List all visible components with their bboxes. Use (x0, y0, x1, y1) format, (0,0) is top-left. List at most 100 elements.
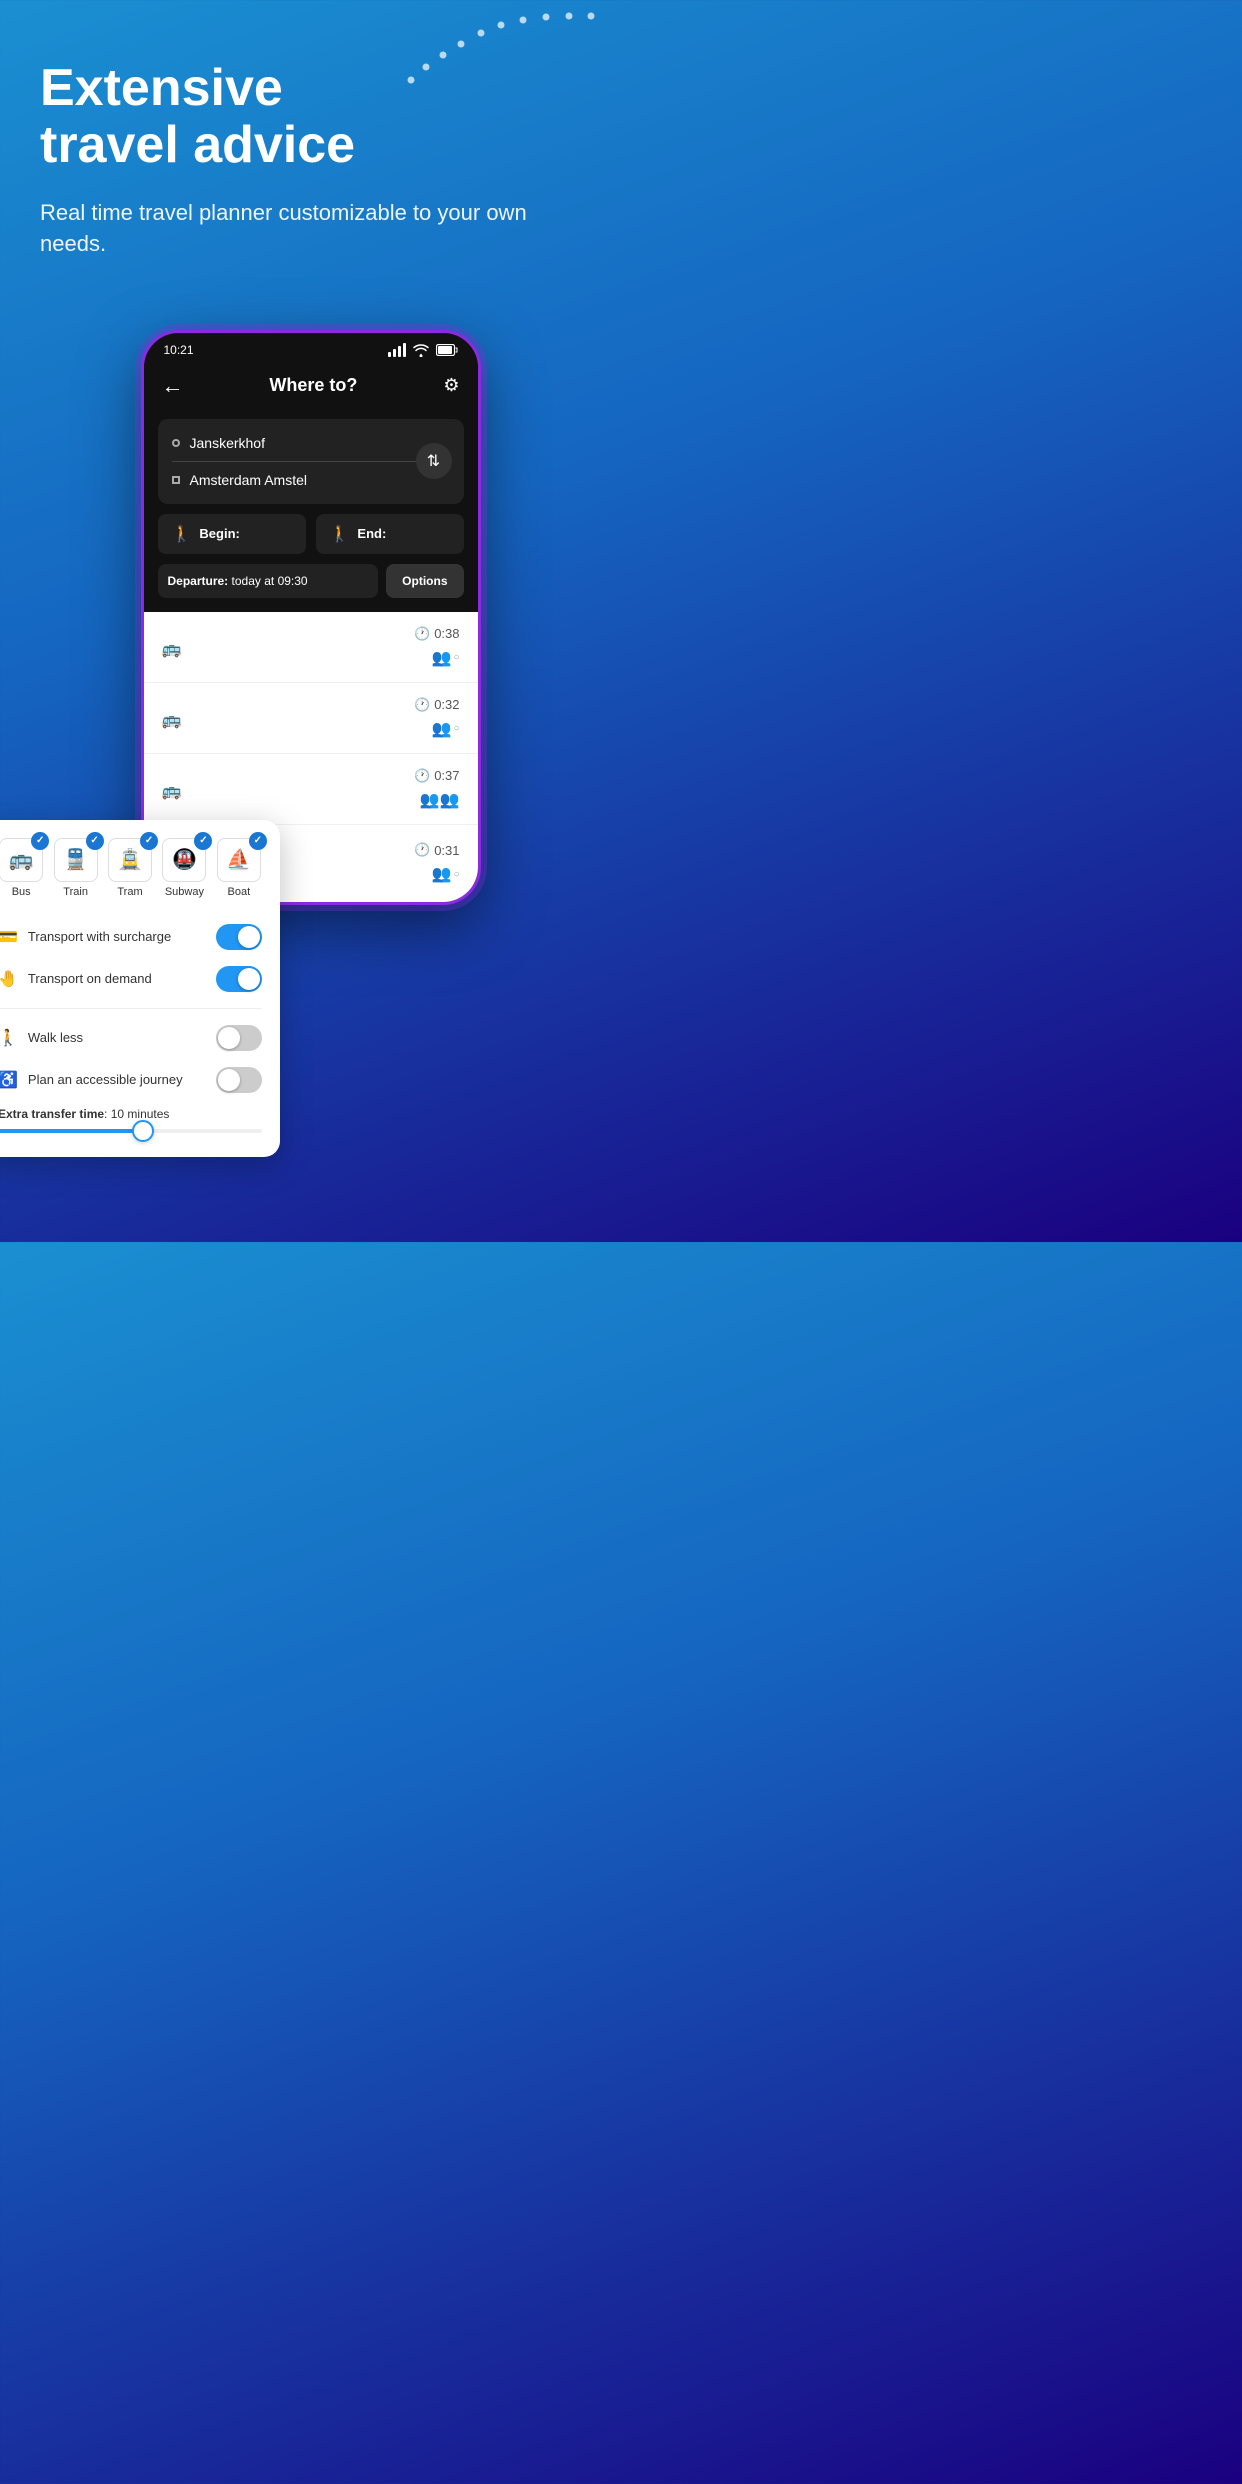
result-2-bus-icon: 🚌 (162, 710, 182, 730)
bottom-crowd-icon: 👥 (432, 864, 452, 884)
demand-toggle[interactable] (216, 966, 262, 992)
departure-button[interactable]: Departure: today at 09:30 (158, 564, 379, 598)
phone-wrapper: 🚌 ✓ Bus 🚆 ✓ Train 🚊 ✓ Tram (0, 330, 621, 905)
options-button[interactable]: Options (386, 564, 463, 598)
filter-icon[interactable]: ⚙ (443, 375, 459, 396)
toggle-surcharge[interactable]: 💳 Transport with surcharge (0, 916, 262, 958)
status-time: 10:21 (164, 343, 194, 357)
boat-check: ✓ (249, 832, 267, 850)
toggle-demand[interactable]: 🤚 Transport on demand (0, 958, 262, 1000)
subway-icon-wrap: 🚇 ✓ (162, 838, 206, 882)
back-button[interactable]: ← (162, 373, 184, 399)
toggle-accessible[interactable]: ♿ Plan an accessible journey (0, 1059, 262, 1101)
departure-bar: Departure: today at 09:30 Options (158, 564, 464, 598)
status-bar: 10:21 (144, 333, 478, 363)
result-row-2[interactable]: 🚌 🕐 0:32 👥 ○ (144, 683, 478, 754)
walk-less-toggle[interactable] (216, 1025, 262, 1051)
slider-thumb[interactable] (132, 1120, 154, 1142)
result-row-1[interactable]: 🚌 🕐 0:38 👥 ○ (144, 612, 478, 683)
route-results: 🚌 🕐 0:38 👥 ○ (144, 612, 478, 825)
slider-label: Extra transfer time: 10 minutes (0, 1107, 262, 1121)
result-3-crowd: 👥👥 (420, 790, 460, 810)
duration-1-text: 0:38 (434, 626, 459, 641)
end-label: End: (357, 526, 386, 541)
bottom-duration-text: 0:31 (434, 843, 459, 858)
bottom-result-right: 🕐 0:31 👥 ○ (414, 842, 460, 884)
status-icons (388, 343, 458, 357)
boat-icon-wrap: ⛵ ✓ (217, 838, 261, 882)
result-2-icons: 🚌 (162, 710, 182, 730)
mode-boat[interactable]: ⛵ ✓ Boat (216, 838, 262, 898)
battery-icon (436, 344, 458, 356)
begin-label: Begin: (199, 526, 239, 541)
toggle-walk-less[interactable]: 🚶 Walk less (0, 1017, 262, 1059)
app-nav: ← Where to? ⚙ (144, 363, 478, 409)
duration-2-text: 0:32 (434, 697, 459, 712)
hero-subtitle: Real time travel planner customizable to… (40, 198, 581, 260)
transfer-time-slider-row: Extra transfer time: 10 minutes (0, 1101, 262, 1139)
to-square (172, 476, 180, 484)
mode-train[interactable]: 🚆 ✓ Train (52, 838, 98, 898)
bus-check: ✓ (31, 832, 49, 850)
walk-less-label: Walk less (28, 1030, 83, 1045)
train-label: Train (63, 886, 88, 898)
demand-icon: 🤚 (0, 969, 18, 989)
crowd-1-partial: ○ (453, 652, 459, 663)
from-dot (172, 439, 180, 447)
tram-icon-wrap: 🚊 ✓ (108, 838, 152, 882)
subway-icon: 🚇 (172, 847, 197, 872)
result-3-duration: 🕐 0:37 (414, 768, 460, 784)
accessible-icon: ♿ (0, 1070, 18, 1090)
result-row-3[interactable]: 🚌 🕐 0:37 👥👥 (144, 754, 478, 825)
departure-label: Departure: (168, 574, 229, 588)
slider-track[interactable] (0, 1129, 262, 1133)
subway-label: Subway (165, 886, 204, 898)
result-1-icons: 🚌 (162, 639, 182, 659)
accessible-label: Plan an accessible journey (28, 1072, 183, 1087)
route-divider (172, 461, 450, 462)
route-to[interactable]: Amsterdam Amstel (172, 468, 450, 492)
result-2-duration: 🕐 0:32 (414, 697, 460, 713)
bus-icon-wrap: 🚌 ✓ (0, 838, 43, 882)
tram-icon: 🚊 (118, 847, 143, 872)
crowd-2-icon: 👥 (432, 719, 452, 739)
bottom-crowd: 👥 ○ (432, 864, 460, 884)
walk-less-icon: 🚶 (0, 1028, 18, 1048)
demand-label: Transport on demand (28, 971, 152, 986)
end-walk-btn[interactable]: 🚶 End: (316, 514, 464, 554)
begin-walk-btn[interactable]: 🚶 Begin: (158, 514, 306, 554)
result-2-crowd: 👥 ○ (432, 719, 460, 739)
bus-icon: 🚌 (9, 847, 34, 872)
hero-section: Extensive travel advice Real time travel… (0, 0, 621, 330)
from-text: Janskerkhof (190, 435, 265, 451)
bottom-duration: 🕐 0:31 (414, 842, 460, 858)
walk-options: 🚶 Begin: 🚶 End: (158, 514, 464, 554)
clock-icon-1: 🕐 (414, 626, 430, 642)
signal-icon (388, 343, 406, 357)
mode-tram[interactable]: 🚊 ✓ Tram (107, 838, 153, 898)
bus-label: Bus (12, 886, 31, 898)
route-from[interactable]: Janskerkhof (172, 431, 450, 455)
phone-mockup: 10:21 (141, 330, 481, 905)
wifi-icon (412, 343, 430, 357)
departure-value-text: today at 09:30 (232, 574, 308, 588)
begin-walk-icon: 🚶 (172, 524, 192, 544)
nav-title: Where to? (269, 375, 357, 396)
result-3-icons: 🚌 (162, 781, 182, 801)
mode-bus[interactable]: 🚌 ✓ Bus (0, 838, 44, 898)
transport-modes: 🚌 ✓ Bus 🚆 ✓ Train 🚊 ✓ Tram (0, 838, 262, 898)
surcharge-toggle[interactable] (216, 924, 262, 950)
result-1-bus-icon: 🚌 (162, 639, 182, 659)
panel-divider (0, 1008, 262, 1009)
accessible-toggle[interactable] (216, 1067, 262, 1093)
clock-icon-3: 🕐 (414, 768, 430, 784)
options-panel: 🚌 ✓ Bus 🚆 ✓ Train 🚊 ✓ Tram (0, 820, 280, 1157)
subway-check: ✓ (194, 832, 212, 850)
train-icon-wrap: 🚆 ✓ (54, 838, 98, 882)
tram-check: ✓ (140, 832, 158, 850)
clock-icon-2: 🕐 (414, 697, 430, 713)
end-walk-icon: 🚶 (330, 524, 350, 544)
swap-button[interactable]: ⇅ (416, 443, 452, 479)
mode-subway[interactable]: 🚇 ✓ Subway (161, 838, 207, 898)
result-1-duration: 🕐 0:38 (414, 626, 460, 642)
